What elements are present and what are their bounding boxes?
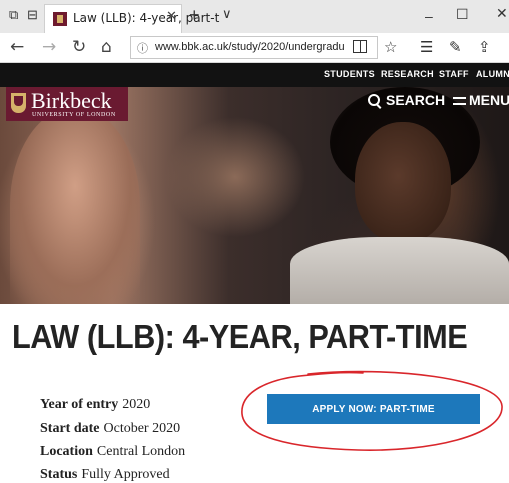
refresh-icon[interactable]: ↻: [72, 37, 86, 57]
window-close-icon[interactable]: ✕: [496, 6, 508, 22]
tab-close-icon[interactable]: ✕: [166, 9, 177, 24]
site-utility-nav: STUDENTS RESEARCH STAFF ALUMNI: [0, 63, 509, 87]
address-bar[interactable]: ⓘ www.bbk.ac.uk/study/2020/undergraduate…: [130, 36, 378, 59]
detail-value: October 2020: [103, 421, 181, 436]
site-info-icon[interactable]: ⓘ: [137, 40, 148, 56]
detail-start-date: Start date October 2020: [40, 421, 180, 437]
apply-now-part-time-button[interactable]: APPLY NOW: PART-TIME: [267, 394, 480, 424]
detail-label: Status: [40, 467, 78, 482]
favorites-list-icon[interactable]: ☰: [420, 38, 433, 56]
menu-button[interactable]: MENU: [453, 92, 509, 108]
tab-actions-icon[interactable]: ⧉: [9, 8, 23, 21]
browser-tab[interactable]: Law (LLB): 4-year, part-t ✕: [44, 4, 219, 33]
tab-set-aside-icon[interactable]: ⊟: [27, 8, 41, 21]
nav-staff-link[interactable]: STAFF: [439, 69, 469, 79]
favorite-star-icon[interactable]: ☆: [384, 38, 397, 56]
browser-tab-bar: ⧉ ⊟ Law (LLB): 4-year, part-t ✕ + ∨ – ☐ …: [0, 0, 509, 33]
birkbeck-favicon-icon: [53, 12, 67, 26]
forward-icon[interactable]: →: [42, 37, 56, 57]
detail-value: Fully Approved: [81, 467, 170, 482]
detail-label: Start date: [40, 421, 100, 436]
hamburger-icon: [453, 97, 466, 105]
crest-icon: [11, 93, 26, 113]
birkbeck-logo[interactable]: Birkbeck UNIVERSITY OF LONDON: [6, 87, 128, 121]
detail-status: Status Fully Approved: [40, 467, 170, 483]
search-button[interactable]: SEARCH: [368, 92, 445, 108]
new-tab-icon[interactable]: +: [189, 6, 200, 24]
detail-label: Year of entry: [40, 397, 119, 412]
back-icon[interactable]: ←: [10, 37, 24, 57]
home-icon[interactable]: ⌂: [101, 37, 112, 57]
hero-background-person: [10, 107, 140, 304]
menu-label: MENU: [469, 92, 509, 108]
hero-face-shape: [355, 122, 451, 242]
hero-shirt-shape: [290, 237, 509, 304]
logo-name: Birkbeck: [31, 88, 112, 113]
browser-nav-bar: ← → ↻ ⌂ ⓘ www.bbk.ac.uk/study/2020/under…: [0, 33, 509, 63]
nav-alumni-link[interactable]: ALUMNI: [476, 69, 509, 79]
detail-year-of-entry: Year of entry 2020: [40, 397, 150, 413]
pen-notes-icon[interactable]: ✎: [449, 38, 462, 56]
search-icon: [368, 94, 380, 106]
share-icon[interactable]: ⇪: [478, 38, 491, 56]
search-label: SEARCH: [386, 92, 446, 108]
reading-view-icon[interactable]: [353, 40, 367, 53]
detail-label: Location: [40, 444, 93, 459]
detail-location: Location Central London: [40, 444, 185, 460]
logo-subtitle: UNIVERSITY OF LONDON: [32, 112, 116, 118]
nav-students-link[interactable]: STUDENTS: [324, 69, 375, 79]
tab-list-chevron-icon[interactable]: ∨: [222, 7, 232, 22]
page-title: LAW (LLB): 4-YEAR, PART-TIME: [12, 318, 468, 355]
detail-value: 2020: [122, 397, 151, 412]
hero-image: Birkbeck UNIVERSITY OF LONDON SEARCH MEN…: [0, 87, 509, 304]
detail-value: Central London: [96, 444, 186, 459]
nav-research-link[interactable]: RESEARCH: [381, 69, 434, 79]
minimize-icon[interactable]: –: [425, 8, 433, 24]
maximize-icon[interactable]: ☐: [456, 6, 469, 23]
url-text[interactable]: www.bbk.ac.uk/study/2020/undergraduate/p…: [155, 41, 345, 53]
